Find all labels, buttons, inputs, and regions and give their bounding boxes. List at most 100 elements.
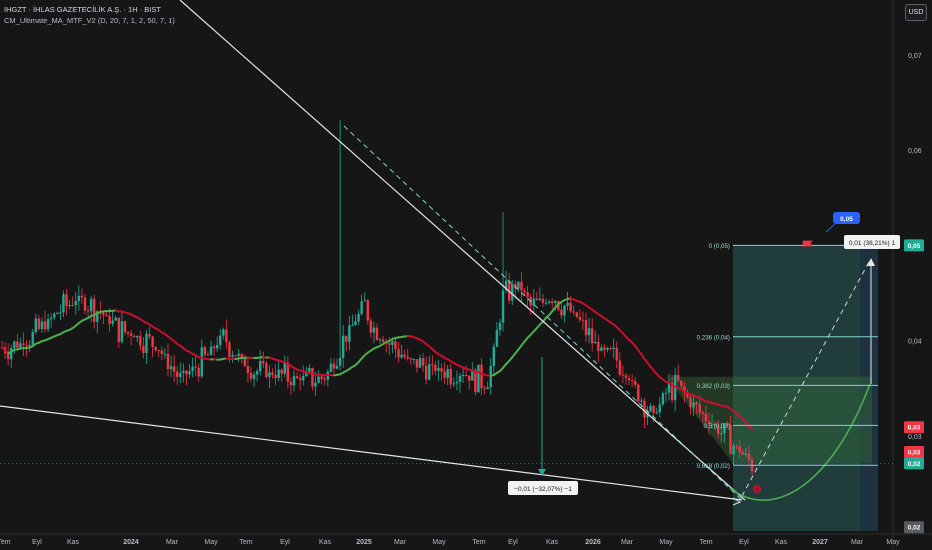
candle-body <box>612 347 615 349</box>
candle-body <box>511 283 514 301</box>
candle-body <box>120 321 124 342</box>
candle-body <box>34 318 38 332</box>
candle-body <box>37 318 41 329</box>
candle-body <box>136 336 139 338</box>
x-tick-label: May <box>432 539 446 546</box>
candle-body <box>658 404 661 413</box>
candle-body <box>547 301 551 303</box>
x-tick-label: Eyl <box>508 539 518 546</box>
candle-body <box>182 370 185 373</box>
candle-body <box>298 378 302 381</box>
candle-body <box>206 354 210 356</box>
candle-body <box>200 347 203 377</box>
candle-body <box>258 360 262 372</box>
candle-body <box>609 348 612 350</box>
price-badge-label: 0,03 <box>908 425 921 432</box>
candle-body <box>68 304 71 307</box>
candle-body <box>132 335 136 338</box>
candle-body <box>649 405 652 411</box>
candle-body <box>551 301 554 304</box>
candle-body <box>621 374 625 376</box>
candle-body <box>538 298 542 301</box>
candle-body <box>412 359 416 361</box>
candle-body <box>86 310 90 312</box>
moving-average <box>1 297 753 431</box>
candle-body <box>406 356 409 359</box>
candle-body <box>314 382 317 387</box>
candle-body <box>369 320 373 333</box>
candle-body <box>19 343 22 348</box>
x-tick-label: May <box>886 539 900 546</box>
flag-icon <box>802 240 813 247</box>
candle-body <box>148 334 151 337</box>
x-tick-label: Eyl <box>280 539 290 546</box>
candle-body <box>523 290 526 293</box>
candle-body <box>219 335 222 345</box>
candle-body <box>652 405 655 413</box>
candle-body <box>354 321 357 326</box>
x-tick-label: Mar <box>166 539 179 546</box>
candle-body <box>375 327 379 340</box>
candle-body <box>25 344 28 346</box>
candle-body <box>105 315 108 317</box>
candle-body <box>424 365 428 380</box>
candle-body <box>191 366 194 372</box>
candle-body <box>302 375 305 381</box>
candle-body <box>366 300 369 321</box>
currency-button[interactable]: USD <box>905 4 927 21</box>
candle-body <box>53 313 56 318</box>
candle-body <box>62 294 65 313</box>
candle-body <box>606 348 609 350</box>
candle-body <box>603 347 606 350</box>
candle-body <box>335 365 339 369</box>
candle-body <box>243 358 247 367</box>
x-tick-label: Tem <box>472 539 485 546</box>
fib-label: 0,5 (0,03) <box>704 423 730 430</box>
candle-body <box>388 343 391 345</box>
indicator-label[interactable]: CM_Ultimate_MA_MTF_V2 (D, 20, 7, 1, 2, 5… <box>4 16 175 25</box>
candle-body <box>163 353 167 355</box>
candle-body <box>443 371 446 378</box>
candle-body <box>209 346 213 356</box>
candle-body <box>237 354 240 356</box>
candle-body <box>102 312 105 316</box>
candle-body <box>40 321 44 329</box>
candle-body <box>732 445 735 455</box>
x-tick-label: 2024 <box>123 539 139 546</box>
price-chart[interactable]: 0 (0,05) 0,236 (0,04) 0,382 (0,03) 0,5 (0,0… <box>0 0 932 550</box>
candle-body <box>483 388 486 390</box>
candle-body <box>664 392 668 394</box>
candle-body <box>544 302 548 304</box>
candle-body <box>160 350 164 354</box>
chart-title: IHGZT · İHLAS GAZETECİLİK A.Ş. · 1H · BI… <box>4 5 161 14</box>
candle-body <box>735 445 738 447</box>
candle-body <box>43 321 47 330</box>
event-marker-label: 0 <box>755 488 758 494</box>
candle-body <box>738 446 741 453</box>
candle-body <box>117 317 121 342</box>
candle-body <box>695 402 698 405</box>
candles <box>0 119 754 476</box>
candle-body <box>440 368 443 372</box>
candle-body <box>65 294 68 307</box>
candle-body <box>228 342 231 357</box>
candle-body <box>692 402 695 408</box>
candle-body <box>554 301 557 304</box>
candle-body <box>449 369 452 385</box>
candle-body <box>203 347 207 355</box>
target-badge-pointer <box>825 223 836 233</box>
x-tick-label: May <box>204 539 218 546</box>
x-tick-label: Tem <box>699 539 712 546</box>
measure-up-label: 0,01 (38,21%) 1 <box>849 240 896 247</box>
candle-body <box>480 364 483 389</box>
candle-body <box>323 379 326 381</box>
x-tick-label: 2027 <box>812 539 828 546</box>
candle-body <box>265 363 268 378</box>
candle-body <box>590 328 594 344</box>
candle-body <box>680 380 683 387</box>
candle-body <box>587 328 591 336</box>
x-tick-label: 2025 <box>356 539 372 546</box>
candle-body <box>363 300 366 302</box>
candle-body <box>56 312 59 314</box>
candle-body <box>655 412 658 414</box>
